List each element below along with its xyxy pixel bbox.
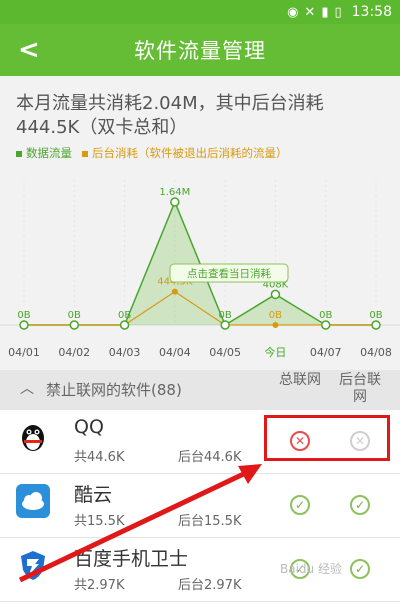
blocked-section-header[interactable]: ︿ 禁止联网的软件(88) 总联网 后台联网 [0,370,400,410]
legend-label-data: 数据流量 [26,146,72,160]
background-network-allowed-icon[interactable]: ✓ [350,559,370,579]
data-label: 1.64M [159,187,190,198]
chevron-up-icon[interactable]: ︿ [20,378,34,398]
page-title: 软件流量管理 [134,39,266,63]
section-title: 禁止联网的软件(88) [46,381,182,399]
app-name: QQ [74,416,104,438]
legend-swatch-orange [82,150,88,157]
data-point [320,320,331,330]
total-network-allowed-icon[interactable]: ✓ [290,495,310,515]
x-tick-label: 04/02 [58,346,90,359]
traffic-chart[interactable]: 0B0B0B1.64M0B408K0B0B444.5K0B04/0104/020… [0,170,400,370]
tooltip-text: 点击查看当日消耗 [187,267,271,280]
data-point [270,289,281,300]
battery-icon: ▯ [334,4,342,20]
legend-item-data: 数据流量 [16,145,72,161]
data-point [220,320,230,330]
data-label: 0B [17,310,30,321]
no-sim-icon: ✕ [304,4,316,20]
data-point [170,197,180,207]
x-tick-label: 今日 [264,345,286,359]
data-label: 0B [219,310,232,321]
x-tick-label: 04/01 [8,346,40,359]
background-point [272,322,279,328]
x-tick-label: 04/07 [310,346,342,359]
column-total-network: 总联网 [279,372,321,388]
data-point [371,320,381,330]
traffic-summary: 本月流量共消耗2.04M，其中后台消耗444.5K（双卡总和） [16,93,324,138]
background-label: 0B [269,310,282,321]
data-point [119,320,130,330]
data-label: 0B [369,310,382,321]
legend-swatch-green [16,150,22,157]
x-tick-label: 04/05 [209,346,241,359]
watermark-text: Baidu 经验 [280,562,342,576]
app-header: < 软件流量管理 [0,24,400,76]
legend-item-background: 后台消耗（软件被退出后消耗的流量） [82,145,288,161]
x-tick-label: 04/08 [360,346,392,359]
data-point [19,320,29,330]
status-time: 13:58 [351,4,392,20]
data-label: 0B [68,310,81,321]
annotation-arrow [18,464,262,583]
legend-label-background: 后台消耗（软件被退出后消耗的流量） [92,146,288,160]
signal-icon: ▮ [321,4,329,20]
x-tick-label: 04/03 [109,346,141,359]
back-arrow-icon[interactable]: < [18,36,44,64]
wifi-icon: ◉ [287,4,299,20]
background-point [171,288,178,295]
status-bar: ◉ ✕ ▮ ▯ 13:58 [0,0,400,24]
background-network-allowed-icon[interactable]: ✓ [350,495,370,515]
chart-legend: 数据流量 后台消耗（软件被退出后消耗的流量） [16,145,396,161]
data-point [69,320,80,330]
data-label: 0B [118,310,131,321]
x-tick-label: 04/04 [159,346,191,359]
data-label: 0B [319,310,332,321]
annotation-highlight-box [264,415,390,461]
column-background-network: 后台联网 [339,372,381,405]
